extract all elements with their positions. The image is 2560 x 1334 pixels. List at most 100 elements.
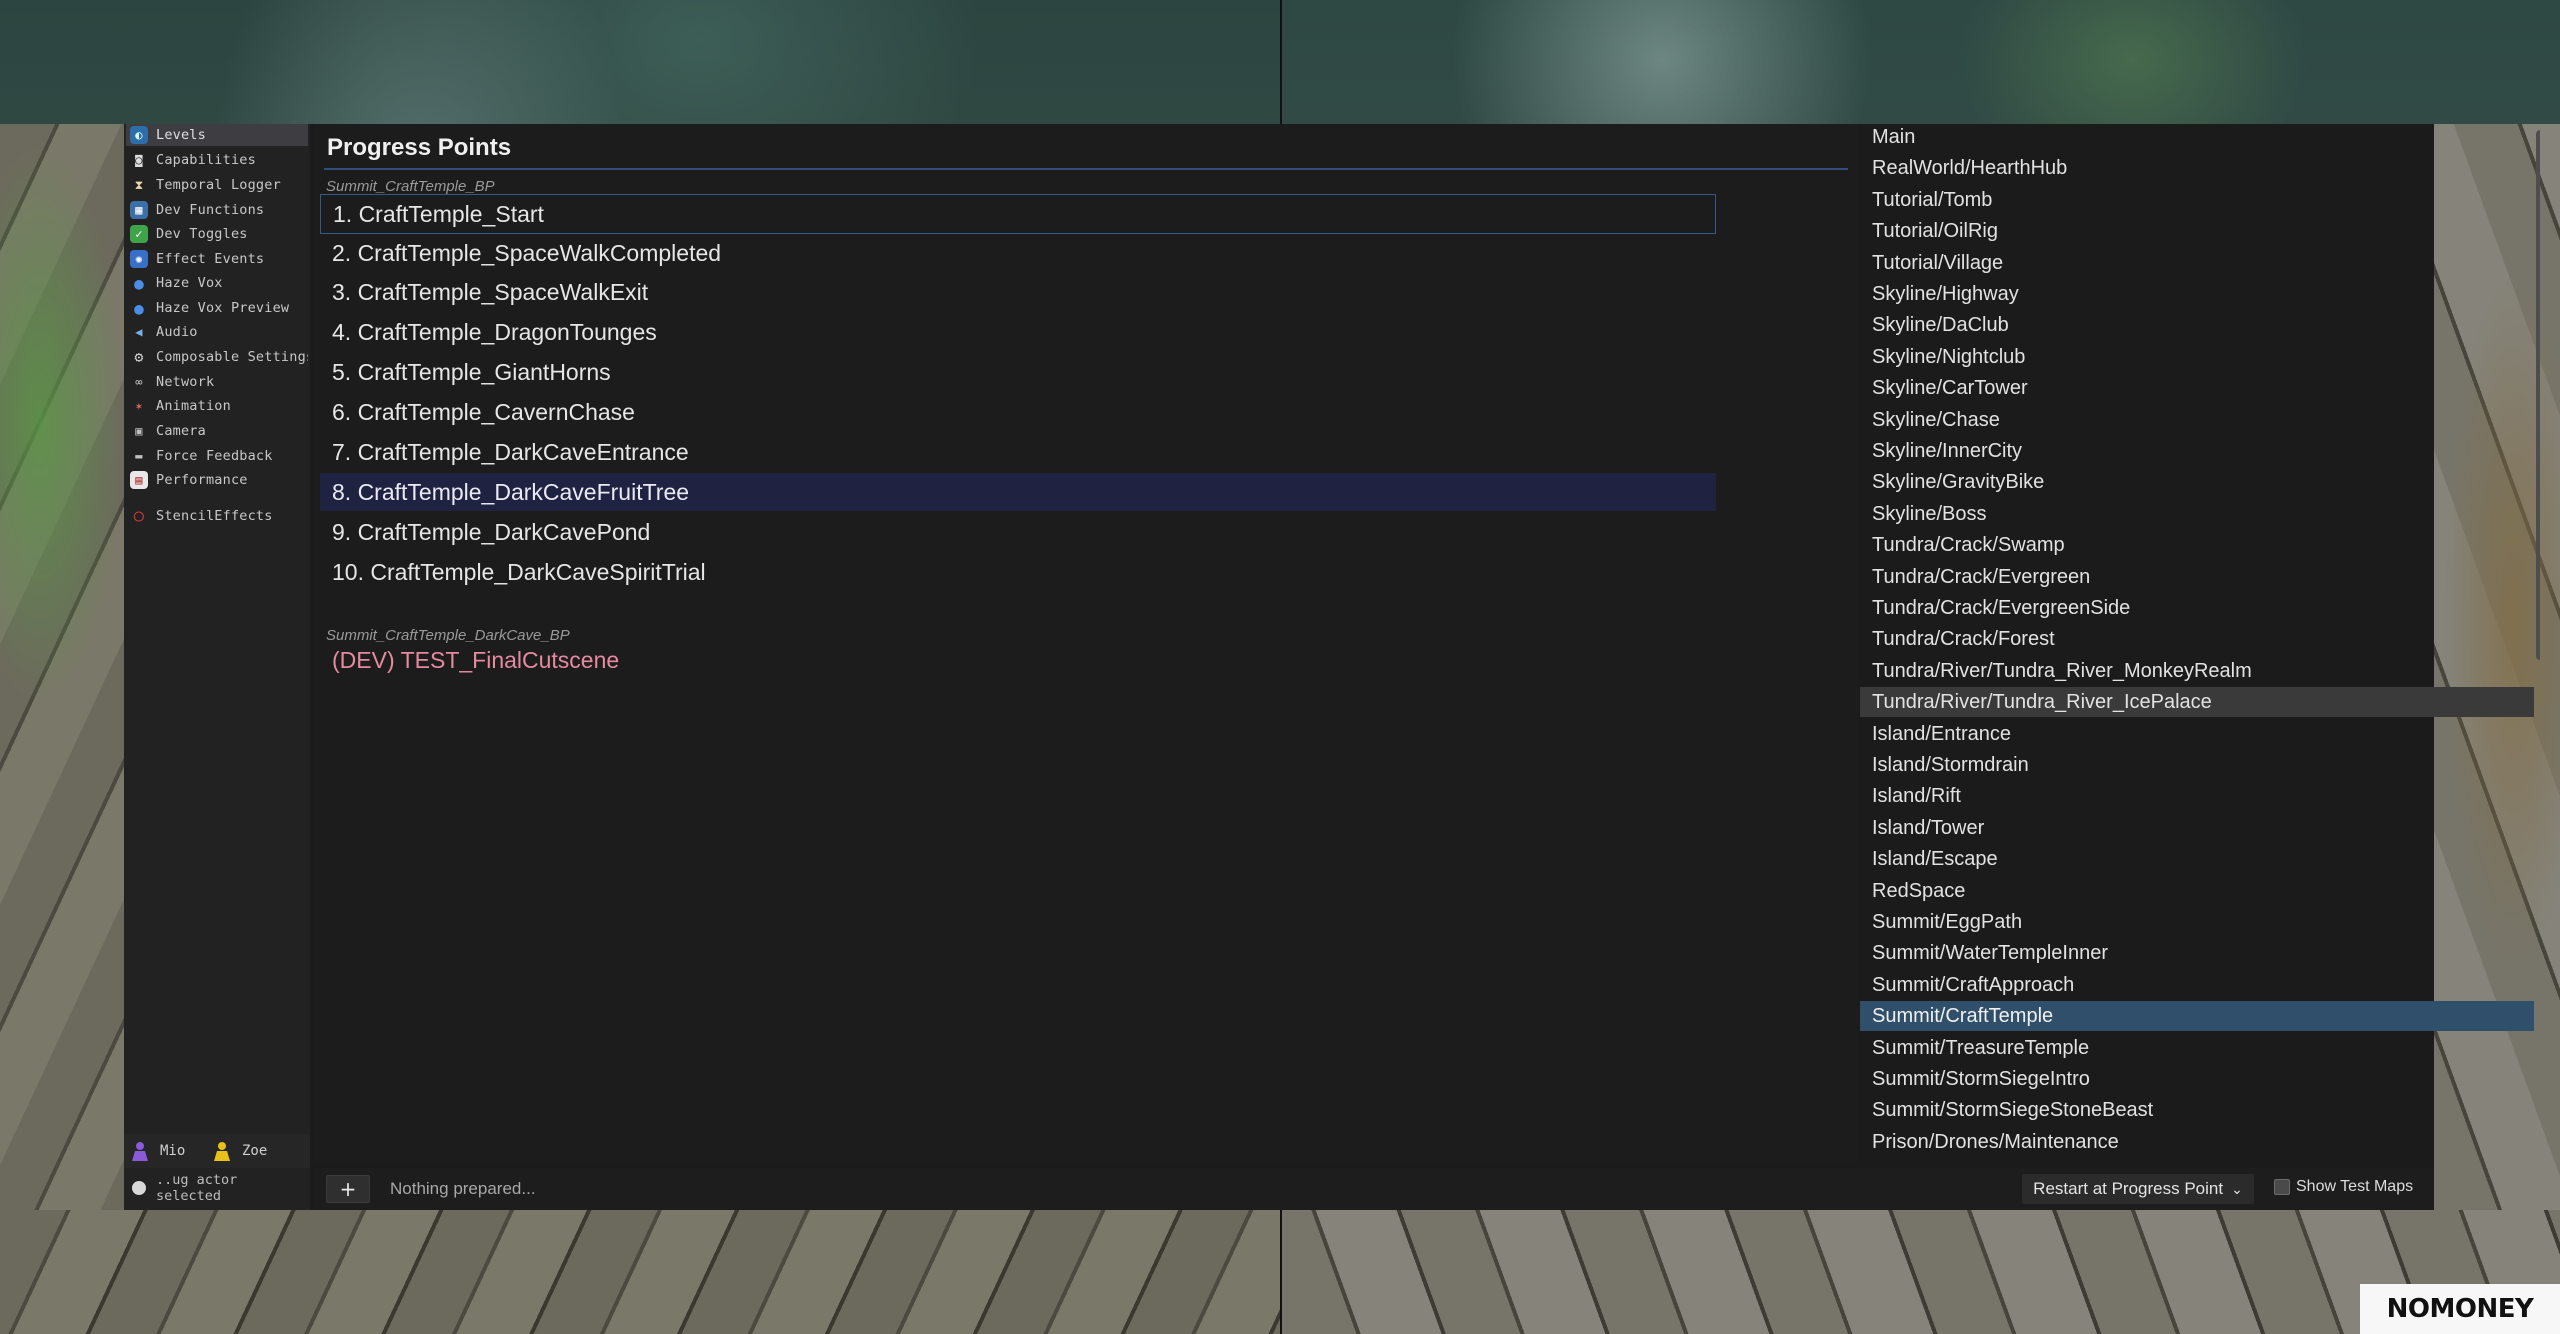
camera-icon: ▣ xyxy=(135,424,143,438)
title-divider xyxy=(324,168,1848,170)
level-item[interactable]: Summit/EggPath xyxy=(1860,907,2534,937)
checkmark-icon: ✓ xyxy=(130,225,148,243)
progress-point-row[interactable]: 10. CraftTemple_DarkCaveSpiritTrial xyxy=(320,553,1716,591)
sidebar-item-stencil-effects[interactable]: ○ StencilEffects xyxy=(126,505,308,527)
level-item[interactable]: Summit/CraftApproach xyxy=(1860,970,2534,1000)
progress-point-row[interactable]: 4. CraftTemple_DragonTounges xyxy=(320,313,1716,351)
show-test-maps-label: Show Test Maps xyxy=(2296,1178,2414,1195)
hourglass-icon: ⧗ xyxy=(134,177,144,192)
progress-point-row[interactable]: 2. CraftTemple_SpaceWalkCompleted xyxy=(320,234,1716,272)
level-item[interactable]: Tundra/Crack/Evergreen xyxy=(1860,562,2534,592)
level-item[interactable]: Skyline/Chase xyxy=(1860,405,2534,435)
level-item[interactable]: Tundra/Crack/Forest xyxy=(1860,624,2534,654)
player-mio-label[interactable]: Mio xyxy=(160,1143,206,1159)
group-label-crafttemple: Summit_CraftTemple_BP xyxy=(326,178,495,195)
watermark-logo: NOMONEY xyxy=(2360,1284,2560,1334)
prepared-status: Nothing prepared... xyxy=(390,1179,536,1198)
sidebar-item-performance[interactable]: ▤ Performance xyxy=(126,469,308,491)
level-item[interactable]: Main xyxy=(1860,124,2534,152)
level-list: Main RealWorld/HearthHub Tutorial/Tomb Tuto… xyxy=(1860,124,2540,1164)
level-item[interactable]: Summit/StormSiegeIntro xyxy=(1860,1064,2534,1094)
sidebar-item-capabilities[interactable]: ◙ Capabilities xyxy=(126,149,308,171)
game-view-left-edge xyxy=(0,124,124,1210)
level-item[interactable]: Skyline/Boss xyxy=(1860,499,2534,529)
zoe-player-icon[interactable] xyxy=(212,1140,232,1162)
sidebar-item-dev-toggles[interactable]: ✓ Dev Toggles xyxy=(126,223,308,245)
red-circle-icon: ○ xyxy=(133,506,145,526)
player-zoe-label[interactable]: Zoe xyxy=(242,1143,267,1159)
level-item[interactable]: Skyline/Highway xyxy=(1860,279,2534,309)
mio-player-icon[interactable] xyxy=(130,1140,150,1162)
sidebar-item-dev-functions[interactable]: ▦ Dev Functions xyxy=(126,199,308,221)
level-item[interactable]: Skyline/Nightclub xyxy=(1860,342,2534,372)
debug-sidebar: ◐ Levels ◙ Capabilities ⧗ Temporal Logge… xyxy=(124,124,310,1210)
level-item[interactable]: Tundra/River/Tundra_River_IcePalace xyxy=(1860,687,2534,717)
sidebar-item-levels[interactable]: ◐ Levels xyxy=(126,124,308,146)
grid-icon: ▦ xyxy=(130,201,148,219)
level-item[interactable]: Tutorial/Village xyxy=(1860,248,2534,278)
level-item[interactable]: Summit/StormSiegeStoneBeast xyxy=(1860,1095,2534,1125)
level-item[interactable]: Island/Rift xyxy=(1860,781,2534,811)
level-item[interactable]: Island/Entrance xyxy=(1860,719,2534,749)
sidebar-item-effect-events[interactable]: ✺ Effect Events xyxy=(126,248,308,270)
actor-status-text: ..ug actor selected xyxy=(156,1172,238,1204)
gear-icon: ⚙ xyxy=(134,348,144,366)
level-item[interactable]: Skyline/InnerCity xyxy=(1860,436,2534,466)
chevron-down-icon: ⌄ xyxy=(2231,1180,2243,1197)
sparkle-icon: ✺ xyxy=(130,250,148,268)
panel-title: Progress Points xyxy=(327,134,512,161)
level-list-scrollbar[interactable] xyxy=(2536,130,2540,660)
game-view-bottom-left xyxy=(0,1210,1280,1334)
debug-menu-overlay: ◐ Levels ◙ Capabilities ⧗ Temporal Logge… xyxy=(124,124,2540,1210)
sidebar-item-audio[interactable]: ◀ Audio xyxy=(126,321,308,343)
progress-point-row[interactable]: 6. CraftTemple_CavernChase xyxy=(320,393,1716,431)
level-item[interactable]: Island/Stormdrain xyxy=(1860,750,2534,780)
level-item[interactable]: Tundra/Crack/EvergreenSide xyxy=(1860,593,2534,623)
level-item-selected[interactable]: Summit/CraftTemple xyxy=(1860,1001,2534,1031)
level-item[interactable]: Skyline/GravityBike xyxy=(1860,467,2534,497)
sidebar-item-composable-settings[interactable]: ⚙ Composable Settings xyxy=(126,346,308,368)
speech-bubble-icon: ● xyxy=(134,298,144,318)
progress-point-row[interactable]: 5. CraftTemple_GiantHorns xyxy=(320,353,1716,391)
level-item[interactable]: RealWorld/HearthHub xyxy=(1860,153,2534,183)
progress-point-row[interactable]: 1. CraftTemple_Start xyxy=(320,194,1716,234)
level-item[interactable]: Tundra/Crack/Swamp xyxy=(1860,530,2534,560)
level-item[interactable]: Island/Tower xyxy=(1860,813,2534,843)
sidebar-item-temporal-logger[interactable]: ⧗ Temporal Logger xyxy=(126,174,308,196)
progress-point-row-selected[interactable]: 8. CraftTemple_DarkCaveFruitTree xyxy=(320,473,1716,511)
level-item[interactable]: Tutorial/Tomb xyxy=(1860,185,2534,215)
speaker-icon: ◀ xyxy=(135,325,143,339)
sidebar-item-haze-vox[interactable]: ● Haze Vox xyxy=(126,272,308,294)
sidebar-item-haze-vox-preview[interactable]: ● Haze Vox Preview xyxy=(126,297,308,319)
link-icon: ∞ xyxy=(135,375,143,389)
level-item[interactable]: Summit/TreasureTemple xyxy=(1860,1033,2534,1063)
level-item[interactable]: RedSpace xyxy=(1860,876,2534,906)
level-item[interactable]: Prison/Drones/Maintenance xyxy=(1860,1127,2534,1157)
restart-at-progress-point-dropdown[interactable]: Restart at Progress Point ⌄ xyxy=(2022,1174,2254,1204)
progress-point-row[interactable]: 9. CraftTemple_DarkCavePond xyxy=(320,513,1716,551)
sidebar-item-network[interactable]: ∞ Network xyxy=(126,371,308,393)
speech-bubble-icon: ● xyxy=(134,273,144,293)
progress-point-row[interactable]: 7. CraftTemple_DarkCaveEntrance xyxy=(320,433,1716,471)
show-test-maps-checkbox[interactable] xyxy=(2274,1179,2290,1195)
player-selector: Mio Zoe xyxy=(124,1134,310,1168)
progress-points-panel: Progress Points Summit_CraftTemple_BP 1.… xyxy=(314,124,1858,1164)
sidebar-item-force-feedback[interactable]: ▬ Force Feedback xyxy=(126,445,308,467)
sidebar-item-camera[interactable]: ▣ Camera xyxy=(126,420,308,442)
level-item[interactable]: Island/Escape xyxy=(1860,844,2534,874)
level-item[interactable]: Skyline/DaClub xyxy=(1860,310,2534,340)
chart-icon: ▤ xyxy=(130,471,148,489)
bottom-toolbar: + Nothing prepared... Restart at Progres… xyxy=(314,1168,2434,1210)
progress-point-row[interactable]: 3. CraftTemple_SpaceWalkExit xyxy=(320,273,1716,311)
actor-radio[interactable] xyxy=(132,1181,146,1195)
show-test-maps-toggle[interactable]: Show Test Maps xyxy=(2274,1178,2413,1196)
goggles-icon: ◙ xyxy=(135,153,143,167)
add-button[interactable]: + xyxy=(326,1175,370,1203)
level-item[interactable]: Tundra/River/Tundra_River_MonkeyRealm xyxy=(1860,656,2534,686)
dev-progress-point-row[interactable]: (DEV) TEST_FinalCutscene xyxy=(320,641,1716,679)
level-item[interactable]: Skyline/CarTower xyxy=(1860,373,2534,403)
sidebar-item-animation[interactable]: ✶ Animation xyxy=(126,395,308,417)
level-item[interactable]: Tutorial/OilRig xyxy=(1860,216,2534,246)
debug-actor-row[interactable]: ..ug actor selected xyxy=(124,1172,310,1204)
level-item[interactable]: Summit/WaterTempleInner xyxy=(1860,938,2534,968)
